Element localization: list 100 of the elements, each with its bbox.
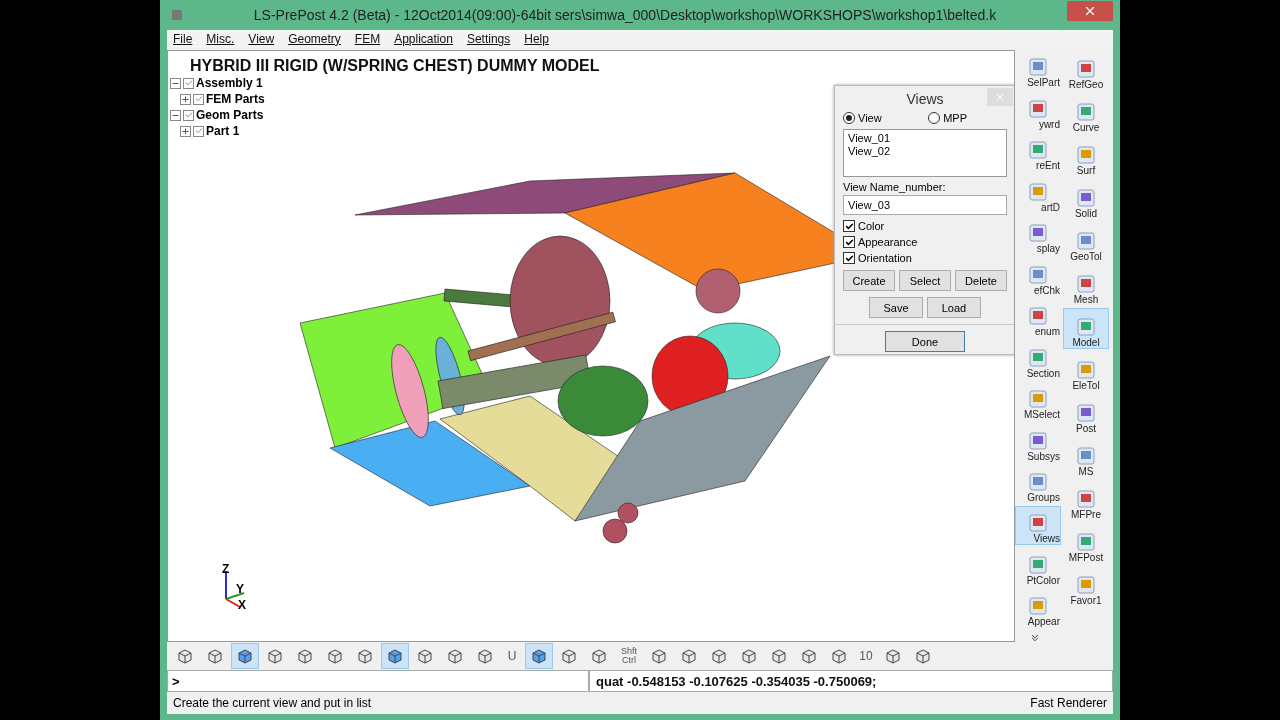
toolbar-button[interactable]: efChk xyxy=(1015,257,1061,297)
checkbox[interactable] xyxy=(183,77,194,89)
expand-icon[interactable] xyxy=(180,93,191,105)
toolbar-button[interactable]: Post xyxy=(1063,394,1109,435)
dialog-button[interactable]: Load xyxy=(927,297,981,318)
toolbar-button[interactable]: MSelect xyxy=(1015,381,1061,422)
checkbox[interactable]: Orientation xyxy=(843,250,1007,266)
tool-icon xyxy=(1027,596,1049,617)
tool-icon xyxy=(1027,472,1049,492)
toolbar-button[interactable]: PtColor xyxy=(1015,547,1061,587)
cube-icon xyxy=(590,647,608,665)
cube-icon xyxy=(416,647,434,665)
toolbar-button[interactable]: Model xyxy=(1063,308,1109,349)
menu-item[interactable]: File xyxy=(173,32,193,46)
toolbar-button[interactable]: Favor1 xyxy=(1063,566,1109,607)
dialog-button[interactable]: Save xyxy=(869,297,923,318)
collapse-icon[interactable] xyxy=(170,77,181,89)
tool-icon xyxy=(1075,59,1097,79)
tool-icon xyxy=(1075,102,1097,122)
toolbar-button[interactable]: ywrd xyxy=(1015,91,1061,131)
toolbar-button[interactable]: Section xyxy=(1015,340,1061,380)
menu-item[interactable]: View xyxy=(248,32,275,46)
tool-icon xyxy=(1075,145,1097,165)
tool-icon xyxy=(1027,98,1049,119)
name-field[interactable]: View_03 xyxy=(843,195,1007,215)
toolbar-button[interactable]: Solid xyxy=(1063,179,1109,220)
done-button[interactable]: Done xyxy=(885,331,965,352)
toolbar-button[interactable]: artD xyxy=(1015,174,1061,214)
tool-icon xyxy=(1027,57,1049,78)
window-title: LS-PrePost 4.2 (Beta) - 12Oct2014(09:00)-64bit sers\simwa_000\Desktop\workshop\WORKSHOPS\workshop1\belted.k xyxy=(252,7,998,23)
checkbox[interactable]: Appearance xyxy=(843,234,1007,250)
toolbar-button[interactable]: SelPart xyxy=(1015,50,1061,90)
collapse-icon[interactable] xyxy=(170,109,181,121)
toolbar-button[interactable]: Appear xyxy=(1015,588,1061,629)
model-title: HYBRID III RIGID (W/SPRING CHEST) DUMMY MODEL xyxy=(190,57,600,75)
menu-item[interactable]: Settings xyxy=(466,32,511,46)
toolbar-button[interactable] xyxy=(525,643,553,669)
toolbar-button[interactable]: GeoTol xyxy=(1063,222,1109,263)
toolbar-button[interactable]: Shft Ctrl xyxy=(615,643,643,669)
toolbar-button[interactable]: Mesh xyxy=(1063,265,1109,306)
list-item[interactable]: View_01 xyxy=(848,132,1002,145)
tool-icon xyxy=(1075,274,1097,294)
menu-item[interactable]: Help xyxy=(524,32,549,46)
views-list[interactable]: View_01 View_02 xyxy=(843,129,1007,177)
dialog-button[interactable]: Delete xyxy=(955,270,1007,291)
status-message: Create the current view and put in list xyxy=(173,696,372,710)
toolbar-button[interactable]: enum xyxy=(1015,298,1061,339)
cube-icon xyxy=(530,647,548,665)
tool-icon xyxy=(1027,430,1049,451)
toolbar-button[interactable]: Views xyxy=(1015,506,1061,546)
tool-icon xyxy=(1075,188,1097,208)
cube-icon xyxy=(206,647,224,665)
toolbar-button[interactable]: MFPre xyxy=(1063,480,1109,521)
tool-icon xyxy=(1075,489,1097,509)
radio-button[interactable]: View xyxy=(843,112,882,124)
tool-icon xyxy=(1075,532,1097,552)
toolbar-button[interactable]: MS xyxy=(1063,437,1109,478)
toolbar-button[interactable]: RefGeo xyxy=(1063,50,1109,91)
cube-icon xyxy=(356,647,374,665)
tool-icon xyxy=(1027,140,1049,161)
menu-item[interactable]: Geometry xyxy=(288,32,341,46)
toolbar-button[interactable]: U xyxy=(501,643,523,669)
menu-item[interactable]: Misc. xyxy=(206,32,235,46)
menu-item[interactable]: FEM xyxy=(354,32,381,46)
menu-item[interactable]: Application xyxy=(394,32,453,46)
cube-icon xyxy=(560,647,578,665)
viewport[interactable] xyxy=(167,50,1015,642)
toolbar-button[interactable]: Surf xyxy=(1063,136,1109,177)
toolbar-button[interactable]: reEnt xyxy=(1015,132,1061,173)
checkbox[interactable] xyxy=(193,93,204,105)
toolbar-button[interactable]: Subsys xyxy=(1015,423,1061,463)
radio-button[interactable]: MPP xyxy=(928,112,967,124)
cube-icon xyxy=(476,647,494,665)
toolbar-button[interactable]: 10 xyxy=(855,643,877,669)
expand-icon[interactable] xyxy=(180,125,191,137)
close-icon xyxy=(994,91,1006,103)
chevron-icon[interactable] xyxy=(1031,634,1039,643)
cube-icon xyxy=(236,647,254,665)
tree-label[interactable]: Geom Parts xyxy=(196,108,264,122)
toolbar-button[interactable]: Groups xyxy=(1015,464,1061,504)
cube-icon xyxy=(770,647,788,665)
list-item[interactable]: View_02 xyxy=(848,145,1002,158)
toolbar-button[interactable]: Curve xyxy=(1063,93,1109,134)
tree-label[interactable]: Assembly 1 xyxy=(196,76,263,90)
toolbar-button[interactable]: splay xyxy=(1015,215,1061,256)
checkbox[interactable]: Color xyxy=(843,218,1007,234)
toolbar-button[interactable]: EleTol xyxy=(1063,351,1109,392)
tree-label[interactable]: Part 1 xyxy=(206,124,240,138)
checkbox[interactable] xyxy=(183,109,194,121)
command-prompt: > xyxy=(167,670,589,692)
toolbar-button[interactable] xyxy=(381,643,409,669)
toolbar-button[interactable]: MFPost xyxy=(1063,523,1109,564)
cube-icon xyxy=(884,647,902,665)
command-field[interactable]: quat -0.548153 -0.107625 -0.354035 -0.750069; xyxy=(589,670,1113,692)
dialog-button[interactable]: Create xyxy=(843,270,895,291)
tool-icon xyxy=(1075,575,1097,595)
checkbox[interactable] xyxy=(193,125,204,137)
tree-label[interactable]: FEM Parts xyxy=(206,92,265,106)
toolbar-button[interactable] xyxy=(231,643,259,669)
dialog-button[interactable]: Select xyxy=(899,270,951,291)
